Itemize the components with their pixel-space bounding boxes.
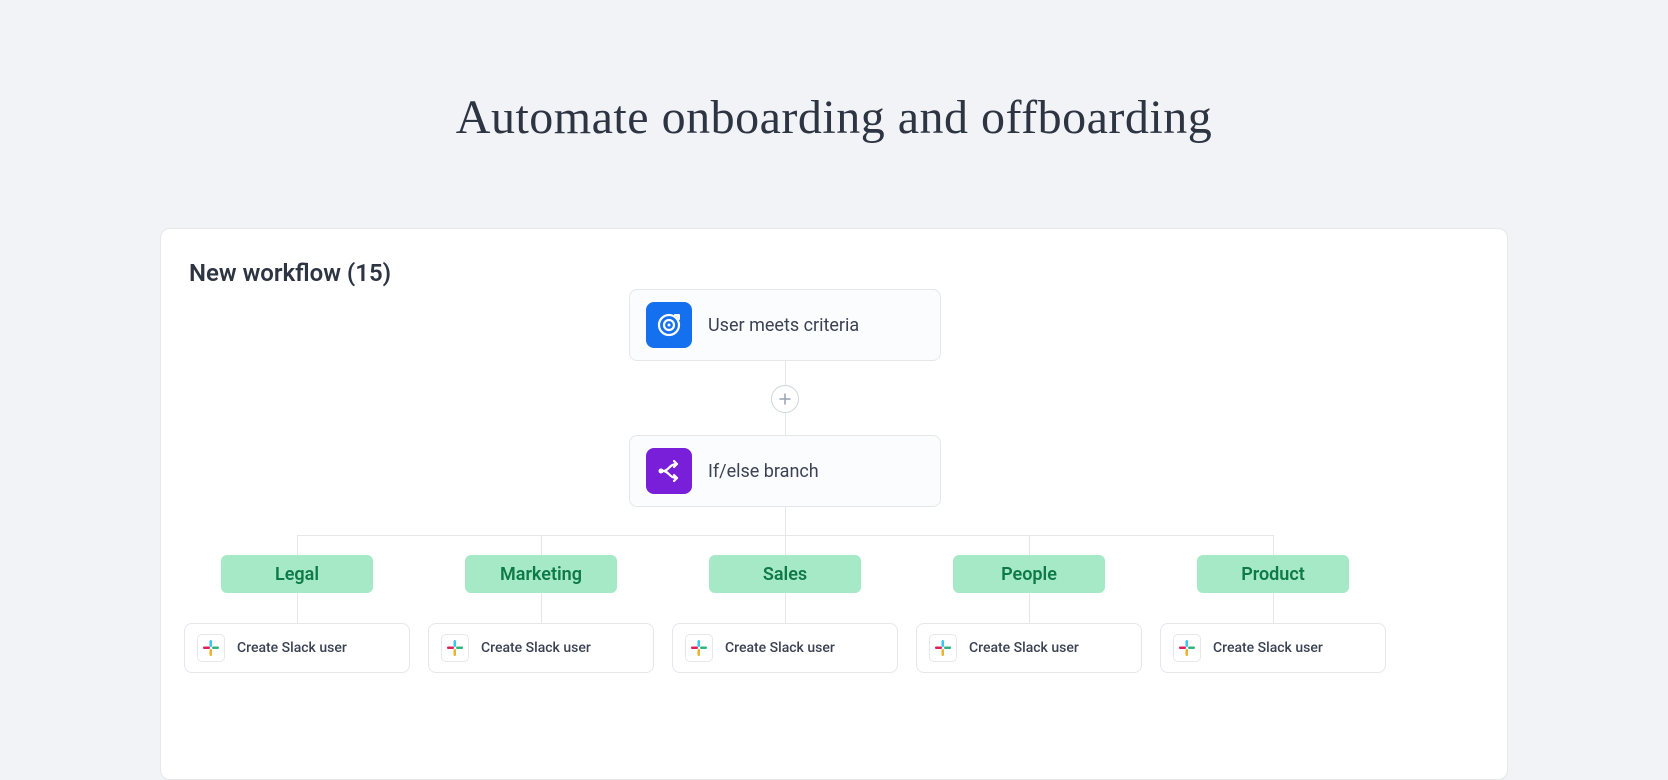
page-title: Automate onboarding and offboarding [0, 0, 1668, 145]
connector-line [297, 593, 298, 623]
connector-line [785, 359, 786, 385]
branch-label: People [1001, 564, 1057, 585]
connector-line [541, 535, 542, 555]
connector-line [1273, 593, 1274, 623]
connector-line [1273, 535, 1274, 555]
condition-label: If/else branch [708, 461, 819, 482]
connector-line [541, 593, 542, 623]
action-label: Create Slack user [481, 640, 591, 656]
connector-line [297, 535, 298, 555]
connector-line [785, 593, 786, 623]
action-label: Create Slack user [237, 640, 347, 656]
slack-icon [441, 634, 469, 662]
condition-node[interactable]: If/else branch [629, 435, 941, 507]
slack-icon [929, 634, 957, 662]
connector-line [785, 535, 786, 555]
action-node[interactable]: Create Slack user [672, 623, 898, 673]
connector-line [785, 505, 786, 535]
branch-pill-legal[interactable]: Legal [221, 555, 373, 593]
branch-icon [646, 448, 692, 494]
branch-pill-sales[interactable]: Sales [709, 555, 861, 593]
connector-line [1029, 593, 1030, 623]
branch-label: Product [1241, 564, 1305, 585]
branch-label: Legal [275, 564, 319, 585]
action-node[interactable]: Create Slack user [184, 623, 410, 673]
action-label: Create Slack user [969, 640, 1079, 656]
trigger-label: User meets criteria [708, 315, 859, 336]
trigger-node[interactable]: User meets criteria [629, 289, 941, 361]
action-node[interactable]: Create Slack user [916, 623, 1142, 673]
action-node[interactable]: Create Slack user [1160, 623, 1386, 673]
connector-line [1029, 535, 1030, 555]
slack-icon [1173, 634, 1201, 662]
branch-label: Marketing [500, 564, 582, 585]
action-label: Create Slack user [725, 640, 835, 656]
workflow-canvas: User meets criteria If/else branch Legal [161, 229, 1507, 779]
criteria-icon [646, 302, 692, 348]
branch-pill-people[interactable]: People [953, 555, 1105, 593]
action-node[interactable]: Create Slack user [428, 623, 654, 673]
action-label: Create Slack user [1213, 640, 1323, 656]
branch-label: Sales [763, 564, 807, 585]
add-step-button[interactable] [771, 385, 799, 413]
slack-icon [197, 634, 225, 662]
workflow-card: New workflow (15) [160, 228, 1508, 780]
connector-line [785, 413, 786, 435]
branch-pill-product[interactable]: Product [1197, 555, 1349, 593]
branch-pill-marketing[interactable]: Marketing [465, 555, 617, 593]
slack-icon [685, 634, 713, 662]
